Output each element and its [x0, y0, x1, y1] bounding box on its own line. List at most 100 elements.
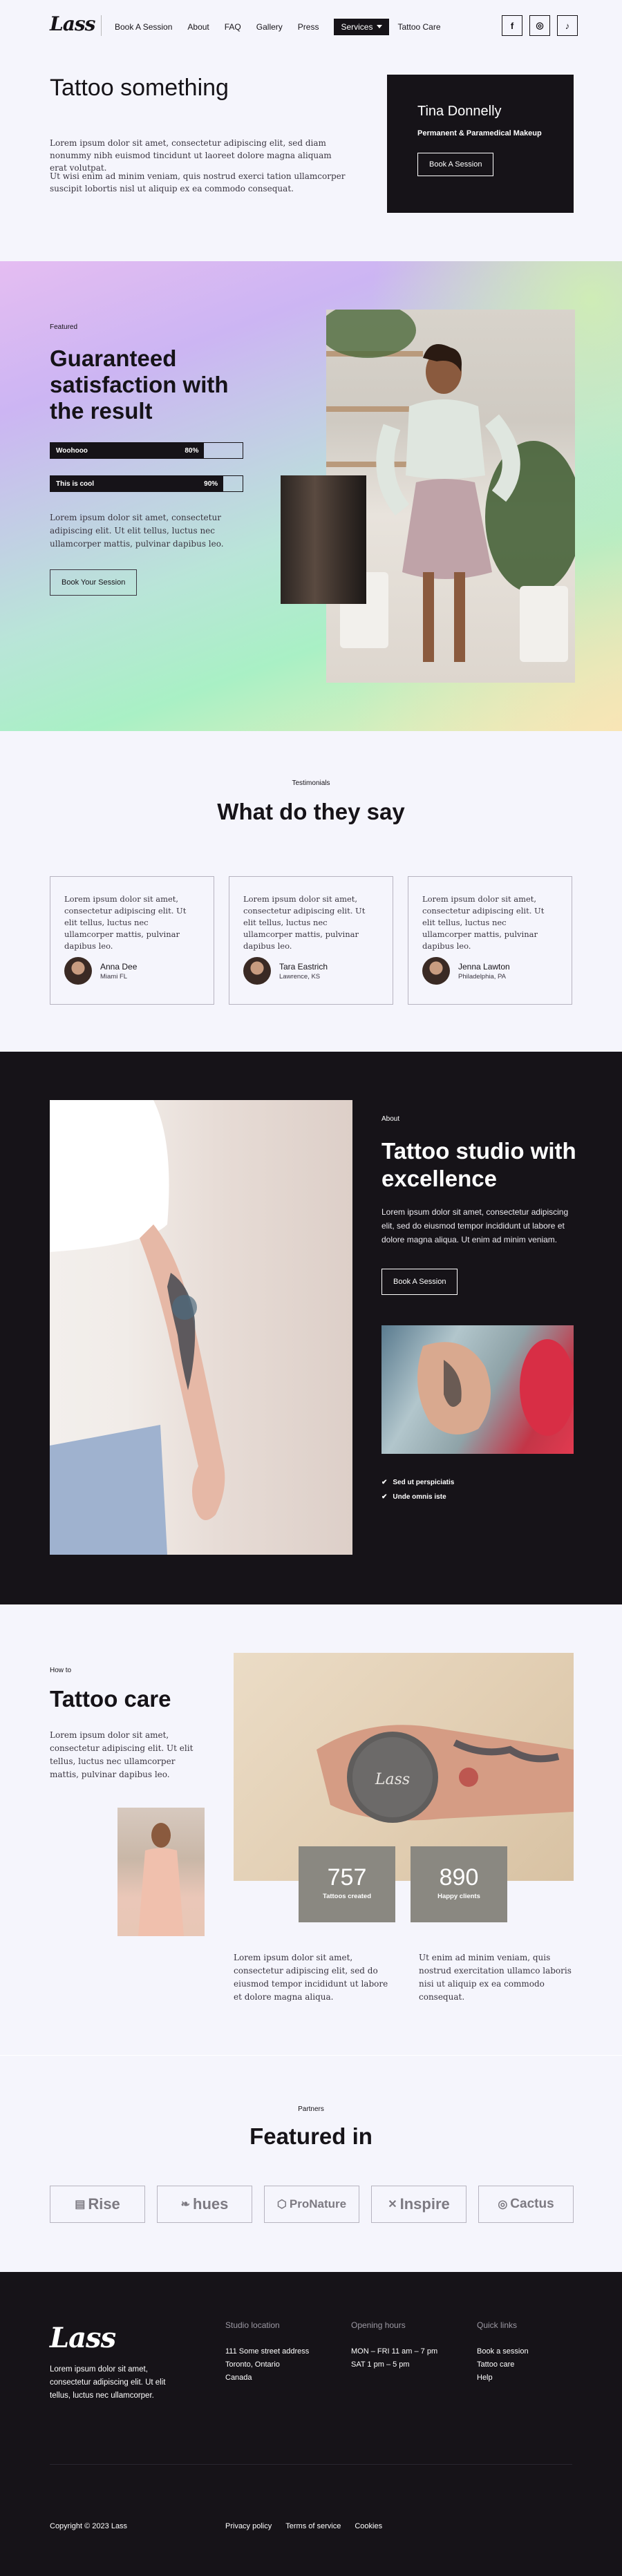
legal-links: Privacy policy Terms of service Cookies — [225, 2522, 382, 2530]
nav-about[interactable]: About — [187, 22, 209, 32]
footer-link-help[interactable]: Help — [477, 2371, 529, 2385]
artist-name: Tina Donnelly — [417, 104, 502, 119]
footer-quick-links: Quick links Book a session Tattoo care H… — [477, 2320, 529, 2385]
book-session-button[interactable]: Book A Session — [381, 1269, 458, 1295]
privacy-policy-link[interactable]: Privacy policy — [225, 2522, 272, 2530]
featured-paragraph: Lorem ipsum dolor sit amet, consectetur … — [50, 513, 224, 549]
partner-name: hues — [193, 2195, 229, 2213]
site-footer: Lass Lorem ipsum dolor sit amet, consect… — [0, 2272, 622, 2576]
partner-logo[interactable]: ⬡ ProNature — [264, 2186, 359, 2223]
tattoo-care-section: How to Tattoo care Lorem ipsum dolor sit… — [0, 1604, 622, 2055]
partner-logo[interactable]: ▤ Rise — [50, 2186, 145, 2223]
site-logo[interactable]: Lass — [50, 12, 95, 35]
stat-number: 890 — [439, 1864, 479, 1891]
check-icon: ✔ — [381, 1479, 388, 1486]
section-kicker: Featured — [50, 323, 78, 331]
facebook-icon[interactable]: f — [502, 15, 522, 36]
footer-hours: Opening hours MON – FRI 11 am – 7 pm SAT… — [351, 2320, 437, 2371]
testimonial-text: Lorem ipsum dolor sit amet, consectetur … — [422, 894, 545, 951]
main-nav: Book A Session About FAQ Gallery Press S… — [115, 19, 456, 35]
partner-logo[interactable]: ✕ Inspire — [371, 2186, 466, 2223]
arm-illustration — [50, 1100, 225, 1555]
hero-paragraph: Ut wisi enim ad minim veniam, quis nostr… — [50, 171, 346, 193]
checklist-item: ✔ Unde omnis iste — [381, 1493, 454, 1501]
pronature-logo-icon: ⬡ — [276, 2199, 287, 2210]
testimonial-card: Lorem ipsum dolor sit amet, consectetur … — [50, 876, 214, 1005]
testimonials-title: What do they say — [217, 799, 405, 824]
checklist-label: Sed ut perspiciatis — [393, 1479, 455, 1486]
footer-heading: Opening hours — [351, 2320, 406, 2330]
rise-logo-icon: ▤ — [75, 2199, 86, 2210]
hues-logo-icon: ❧ — [180, 2199, 191, 2210]
hours-line: SAT 1 pm – 5 pm — [351, 2360, 410, 2369]
progress-label: Woohooo — [56, 446, 88, 455]
hero-title: Tattoo something — [50, 75, 229, 101]
footer-link-book-session[interactable]: Book a session — [477, 2345, 529, 2358]
address-line: Toronto, Ontario — [225, 2360, 280, 2369]
checklist-item: ✔ Sed ut perspiciatis — [381, 1479, 454, 1486]
author-name: Jenna Lawton — [458, 961, 510, 972]
copyright-text: Copyright © 2023 Lass — [50, 2522, 128, 2530]
about-section: About Tattoo studio with excellence Lore… — [0, 1052, 622, 1604]
testimonial-card: Lorem ipsum dolor sit amet, consectetur … — [408, 876, 572, 1005]
nav-faq[interactable]: FAQ — [225, 22, 241, 32]
footer-location: Studio location 111 Some street address … — [225, 2320, 309, 2385]
testimonial-text: Lorem ipsum dolor sit amet, consectetur … — [243, 894, 366, 951]
footer-divider — [50, 2464, 572, 2465]
progress-bar: Woohooo 80% — [50, 442, 243, 459]
address-line: Canada — [225, 2374, 252, 2382]
book-your-session-button[interactable]: Book Your Session — [50, 569, 138, 596]
hours-line: MON – FRI 11 am – 7 pm — [351, 2347, 438, 2356]
nav-services-dropdown[interactable]: Services — [334, 19, 390, 35]
about-paragraph: Lorem ipsum dolor sit amet, consectetur … — [381, 1207, 569, 1244]
author-name: Anna Dee — [100, 961, 138, 972]
testimonials-section: Testimonials What do they say Lorem ipsu… — [0, 731, 622, 1052]
progress-label: This is cool — [56, 480, 95, 488]
care-paragraph: Ut enim ad minim veniam, quis nostrud ex… — [419, 1953, 572, 2002]
testimonial-author: Anna Dee Miami FL — [64, 957, 137, 985]
nav-tattoo-care[interactable]: Tattoo Care — [397, 22, 440, 32]
partners-section: Partners Featured in ▤ Rise ❧ hues ⬡ Pro… — [0, 2055, 622, 2272]
nav-book-a-session[interactable]: Book A Session — [115, 22, 172, 32]
cactus-logo-icon: ◎ — [498, 2199, 508, 2210]
care-paragraph: Lorem ipsum dolor sit amet, consectetur … — [50, 1730, 194, 1779]
client-photo — [117, 1808, 205, 1936]
stat-label: Tattoos created — [322, 1893, 372, 1900]
stat-number: 757 — [327, 1864, 367, 1891]
jar-logo-text: Lass — [375, 1771, 410, 1788]
address-line: 111 Some street address — [225, 2347, 310, 2356]
testimonial-author: Jenna Lawton Philadelphia, PA — [422, 957, 510, 985]
stat-card: 757 Tattoos created — [299, 1846, 395, 1922]
terms-link[interactable]: Terms of service — [285, 2522, 341, 2530]
avatar — [64, 957, 92, 985]
progress-value: 80% — [185, 446, 199, 455]
footer-link-tattoo-care[interactable]: Tattoo care — [477, 2358, 529, 2371]
partner-logo[interactable]: ❧ hues — [157, 2186, 252, 2223]
partner-logo[interactable]: ◎ Cactus — [478, 2186, 574, 2223]
progress-fill: This is cool 90% — [50, 476, 224, 491]
artist-role: Permanent & Paramedical Makeup — [417, 129, 542, 138]
check-icon: ✔ — [381, 1493, 388, 1501]
author-name: Tara Eastrich — [279, 961, 328, 972]
book-session-button[interactable]: Book A Session — [417, 153, 494, 176]
cookies-link[interactable]: Cookies — [355, 2522, 382, 2530]
balm-illustration: Lass — [317, 1725, 574, 1823]
footer-heading: Quick links — [477, 2320, 518, 2330]
partner-name: Cactus — [510, 2197, 554, 2211]
featured-title: Guaranteed satisfaction with the result — [50, 345, 229, 424]
feature-checklist: ✔ Sed ut perspiciatis ✔ Unde omnis iste — [381, 1479, 454, 1508]
nav-press[interactable]: Press — [298, 22, 319, 32]
client-illustration — [138, 1823, 184, 1936]
tiktok-icon[interactable]: ♪ — [557, 15, 578, 36]
instagram-icon[interactable]: ◎ — [529, 15, 550, 36]
site-header: Lass Book A Session About FAQ Gallery Pr… — [0, 0, 622, 50]
partners-title: Featured in — [249, 2123, 373, 2149]
social-links: f ◎ ♪ — [495, 15, 578, 36]
footer-logo[interactable]: Lass — [50, 2322, 116, 2354]
author-location: Philadelphia, PA — [458, 972, 507, 981]
chevron-down-icon — [377, 25, 383, 28]
avatar — [243, 957, 271, 985]
testimonial-card: Lorem ipsum dolor sit amet, consectetur … — [229, 876, 393, 1005]
nav-gallery[interactable]: Gallery — [256, 22, 283, 32]
progress-value: 90% — [204, 480, 218, 488]
